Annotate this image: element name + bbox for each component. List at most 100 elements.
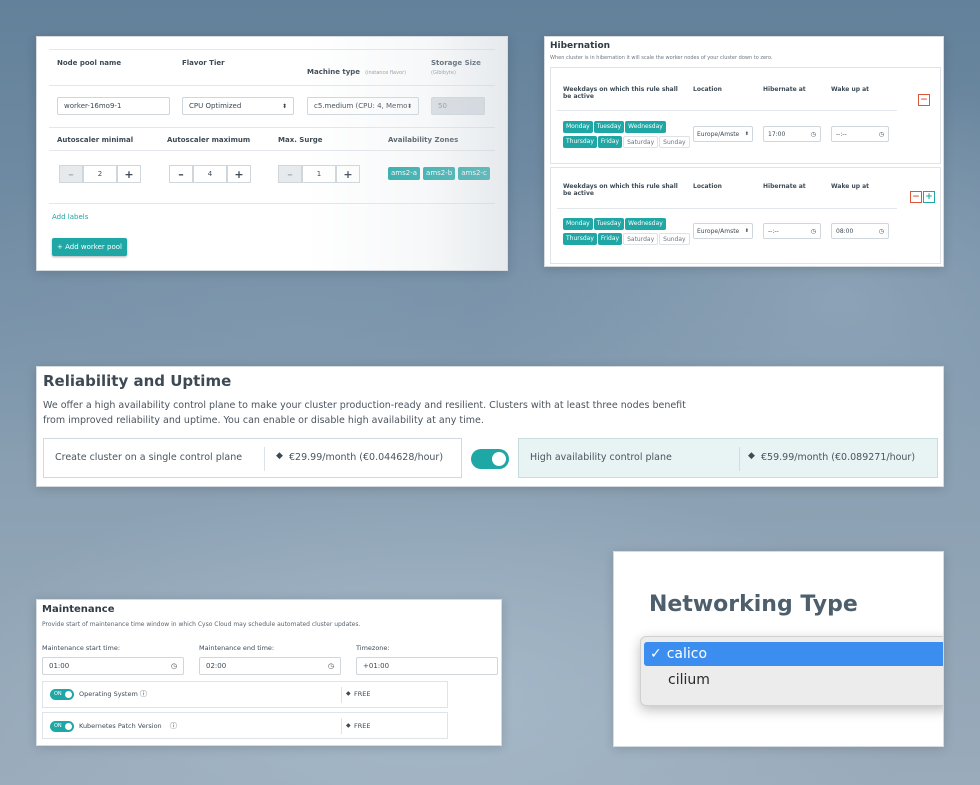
autoscaler-max-decrement-button[interactable]: –: [169, 165, 193, 183]
hibernation-title: Hibernation: [550, 41, 611, 51]
price-tag-icon: ◆: [346, 690, 351, 697]
clock-icon: ◷: [810, 130, 816, 138]
max-surge-decrement-button[interactable]: –: [278, 165, 302, 183]
info-icon[interactable]: ⓘ: [140, 689, 147, 699]
divider: [341, 687, 342, 703]
weekday-friday[interactable]: Friday: [597, 136, 623, 148]
weekday-tuesday[interactable]: Tuesday: [593, 121, 625, 133]
maintenance-panel: Maintenance Provide start of maintenance…: [36, 599, 502, 746]
high-availability-toggle[interactable]: [471, 449, 509, 469]
add-worker-pool-button[interactable]: + Add worker pool: [52, 238, 127, 256]
weekday-thursday[interactable]: Thursday: [563, 233, 597, 245]
divider: [49, 49, 495, 50]
flavor-tier-value: CPU Optimized: [189, 102, 242, 110]
networking-type-dropdown: ✓ calico cilium: [640, 636, 943, 706]
hibernate-at-header: Hibernate at: [763, 86, 806, 93]
autoscaler-max-increment-button[interactable]: +: [227, 165, 251, 183]
start-time-input[interactable]: 01:00 ◷: [42, 657, 184, 675]
availability-zone-list: ams2-a ams2-b ams2-c: [388, 167, 491, 180]
weekday-wednesday[interactable]: Wednesday: [625, 218, 666, 230]
weekday-monday[interactable]: Monday: [563, 218, 593, 230]
location-select[interactable]: Europe/Amste ⬍: [693, 126, 753, 142]
divider: [264, 447, 265, 471]
checkmark-icon: ✓: [650, 646, 662, 662]
add-rule-button[interactable]: +: [923, 191, 935, 203]
location-value: Europe/Amste: [697, 227, 740, 235]
hibernate-at-input[interactable]: 17:00 ◷: [763, 126, 821, 142]
reliability-title: Reliability and Uptime: [43, 372, 232, 390]
divider: [557, 110, 897, 111]
end-time-input[interactable]: 02:00 ◷: [199, 657, 341, 675]
node-pool-name-header: Node pool name: [57, 59, 122, 67]
wake-up-at-input[interactable]: 08:00 ◷: [831, 223, 889, 239]
availability-zone-ams2-c[interactable]: ams2-c: [458, 167, 490, 180]
networking-option-cilium[interactable]: cilium: [644, 668, 943, 692]
weekday-row-1: Monday Tuesday Wednesday: [563, 121, 667, 133]
k8s-patch-toggle[interactable]: ON: [50, 721, 74, 732]
wake-up-at-input[interactable]: --:-- ◷: [831, 126, 889, 142]
weekday-sunday[interactable]: Sunday: [659, 136, 690, 148]
reliability-description: We offer a high availability control pla…: [43, 398, 686, 428]
networking-option-calico-label: calico: [666, 646, 708, 662]
weekday-thursday[interactable]: Thursday: [563, 136, 597, 148]
os-updates-toggle[interactable]: ON: [50, 689, 74, 700]
networking-option-calico[interactable]: ✓ calico: [644, 642, 943, 666]
select-arrows-icon: ⬍: [406, 102, 412, 110]
timezone-input[interactable]: +01:00: [356, 657, 498, 675]
location-value: Europe/Amste: [697, 130, 740, 138]
hibernate-at-input[interactable]: --:-- ◷: [763, 223, 821, 239]
max-surge-increment-button[interactable]: +: [336, 165, 360, 183]
autoscaler-min-decrement-button[interactable]: –: [59, 165, 83, 183]
reliability-description-line-1: We offer a high availability control pla…: [43, 400, 686, 411]
max-surge-value[interactable]: 1: [302, 165, 336, 183]
high-availability-price: €59.99/month (€0.089271/hour): [761, 452, 916, 463]
divider: [557, 208, 897, 209]
wake-up-at-header: Wake up at: [831, 183, 870, 190]
info-icon[interactable]: ⓘ: [170, 721, 177, 731]
weekday-saturday[interactable]: Saturday: [623, 136, 659, 148]
single-control-plane-option[interactable]: Create cluster on a single control plane…: [43, 438, 462, 478]
availability-zone-ams2-b[interactable]: ams2-b: [423, 167, 456, 180]
hibernation-rule-1: Weekdays on which this rule shall be act…: [550, 67, 941, 164]
clock-icon: ◷: [810, 227, 816, 235]
weekday-friday[interactable]: Friday: [597, 233, 623, 245]
hibernate-at-value: --:--: [768, 227, 779, 235]
add-labels-link[interactable]: Add labels: [52, 213, 88, 221]
start-time-value: 01:00: [49, 662, 70, 670]
hibernate-at-value: 17:00: [768, 130, 786, 138]
end-time-value: 02:00: [206, 662, 227, 670]
divider: [49, 203, 495, 204]
weekday-tuesday[interactable]: Tuesday: [593, 218, 625, 230]
toggle-knob: [492, 452, 506, 466]
remove-rule-button[interactable]: −: [910, 191, 922, 203]
max-surge-header: Max. Surge: [278, 136, 323, 144]
clock-icon: ◷: [878, 130, 884, 138]
select-arrows-icon: ⬍: [281, 102, 287, 110]
weekdays-header: Weekdays on which this rule shall be act…: [563, 86, 678, 100]
location-header: Location: [693, 183, 722, 190]
remove-rule-button[interactable]: −: [918, 94, 930, 106]
os-updates-row: ON Operating System ⓘ ◆ FREE: [42, 681, 448, 708]
clock-icon: ◷: [170, 662, 177, 670]
location-select[interactable]: Europe/Amste ⬍: [693, 223, 753, 239]
storage-size-sub: (Gibibyte): [431, 70, 456, 76]
autoscaler-min-value[interactable]: 2: [83, 165, 117, 183]
price-tag-icon: ◆: [748, 451, 755, 461]
weekday-wednesday[interactable]: Wednesday: [625, 121, 666, 133]
weekday-saturday[interactable]: Saturday: [623, 233, 659, 245]
node-pool-name-input[interactable]: worker-16mo9-1: [57, 97, 170, 115]
machine-type-value: c5.medium (CPU: 4, Memor: [314, 102, 407, 110]
high-availability-label: High availability control plane: [530, 452, 672, 463]
wake-up-at-value: --:--: [836, 130, 847, 138]
machine-type-select[interactable]: c5.medium (CPU: 4, Memor ⬍: [307, 97, 419, 115]
autoscaler-min-increment-button[interactable]: +: [117, 165, 141, 183]
hibernation-panel: Hibernation When cluster is in hibernati…: [544, 36, 944, 267]
networking-panel: Networking Type ✓ calico cilium: [613, 551, 944, 747]
flavor-tier-select[interactable]: CPU Optimized ⬍: [182, 97, 294, 115]
availability-zone-ams2-a[interactable]: ams2-a: [388, 167, 421, 180]
weekday-monday[interactable]: Monday: [563, 121, 593, 133]
weekday-sunday[interactable]: Sunday: [659, 233, 690, 245]
select-arrows-icon: ⬍: [744, 131, 749, 137]
high-availability-option[interactable]: High availability control plane ◆ €59.99…: [518, 438, 938, 478]
autoscaler-max-value[interactable]: 4: [193, 165, 227, 183]
